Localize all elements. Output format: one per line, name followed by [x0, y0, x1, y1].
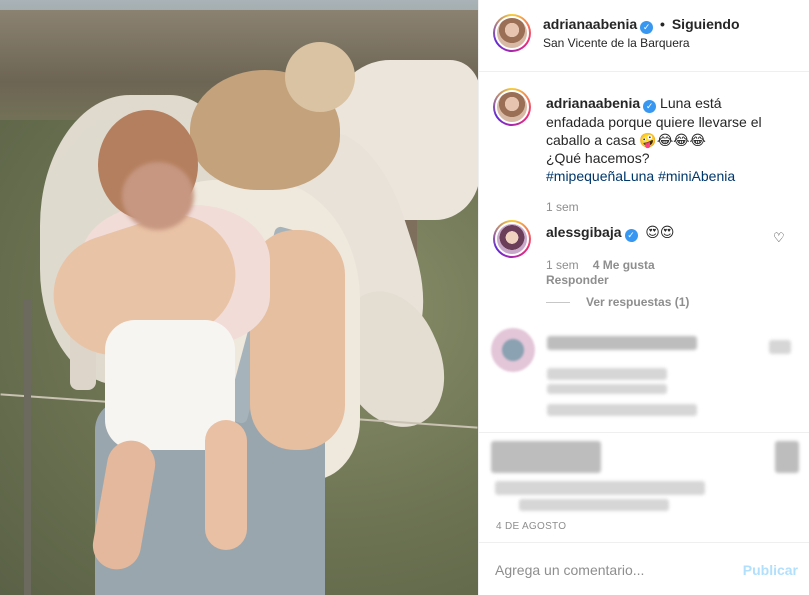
photo-baby-leg-right	[205, 420, 247, 550]
commenter-avatar[interactable]	[493, 220, 531, 258]
comment-meta: 1 sem 4 Me gusta	[546, 258, 655, 272]
separator-dot: •	[660, 16, 665, 32]
follow-status-button[interactable]: Siguiendo	[672, 16, 740, 32]
caption-author-avatar[interactable]	[493, 88, 531, 126]
obscured-likes	[519, 499, 669, 511]
post-side-panel: adrianaabenia ✓ • Siguiendo San Vicente d…	[478, 0, 809, 595]
caption-line: Luna está	[660, 95, 722, 111]
verified-badge-icon: ✓	[640, 21, 654, 34]
obscured-text	[547, 336, 697, 350]
comment-likes[interactable]: 4 Me gusta	[593, 258, 655, 272]
post-header: adrianaabenia ✓ • Siguiendo San Vicente d…	[479, 0, 809, 72]
post-photo[interactable]	[0, 0, 478, 595]
author-username[interactable]: adrianaabenia	[543, 16, 637, 32]
obscured-avatar	[491, 328, 535, 372]
photo-baby-face-blurred	[122, 162, 194, 230]
author-avatar[interactable]	[493, 14, 531, 52]
caption-hashtags[interactable]: #mipequeñaLuna #miniAbenia	[546, 168, 735, 184]
obscured-icon	[769, 340, 791, 354]
caption-text: adrianaabenia ✓ Luna está enfadada porque…	[546, 94, 796, 185]
caption-line: caballo a casa 🤪😂😂😂	[546, 132, 706, 148]
obscured-bookmark-icon	[775, 441, 799, 473]
publish-button[interactable]: Publicar	[743, 562, 798, 578]
comment-text: alessgibaja ✓ 😍😍	[546, 224, 674, 242]
comment-timestamp[interactable]: 1 sem	[546, 258, 579, 272]
photo-woman-bun	[285, 42, 355, 112]
comment-username[interactable]: alessgibaja	[546, 224, 622, 240]
comment-input[interactable]	[495, 559, 725, 581]
comment-item: alessgibaja ✓ 😍😍 ♡ 1 sem 4 Me gusta Respon…	[479, 212, 809, 322]
obscured-text	[547, 404, 697, 416]
heart-icon[interactable]: ♡	[773, 230, 785, 246]
obscured-text	[547, 368, 667, 380]
add-comment-bar: Publicar	[479, 542, 809, 595]
obscured-action-icons	[491, 441, 601, 473]
post-actions-obscured: 4 DE AGOSTO	[479, 432, 809, 542]
obscured-likes	[495, 481, 705, 495]
header-row: adrianaabenia ✓ • Siguiendo	[543, 16, 740, 34]
post-location[interactable]: San Vicente de la Barquera	[543, 36, 690, 50]
post-date[interactable]: 4 DE AGOSTO	[496, 521, 566, 532]
caption-line: enfadada porque quiere llevarse el	[546, 114, 762, 130]
verified-badge-icon: ✓	[643, 100, 657, 113]
caption-username[interactable]: adrianaabenia	[546, 95, 640, 111]
comment-body: 😍😍	[645, 224, 675, 240]
verified-badge-icon: ✓	[624, 229, 638, 242]
reply-button[interactable]: Responder	[546, 273, 609, 287]
photo-fence-post	[24, 300, 31, 595]
obscured-text	[547, 384, 667, 394]
view-replies-button[interactable]: Ver respuestas (1)	[546, 295, 689, 309]
caption-line: ¿Qué hacemos?	[546, 150, 650, 166]
